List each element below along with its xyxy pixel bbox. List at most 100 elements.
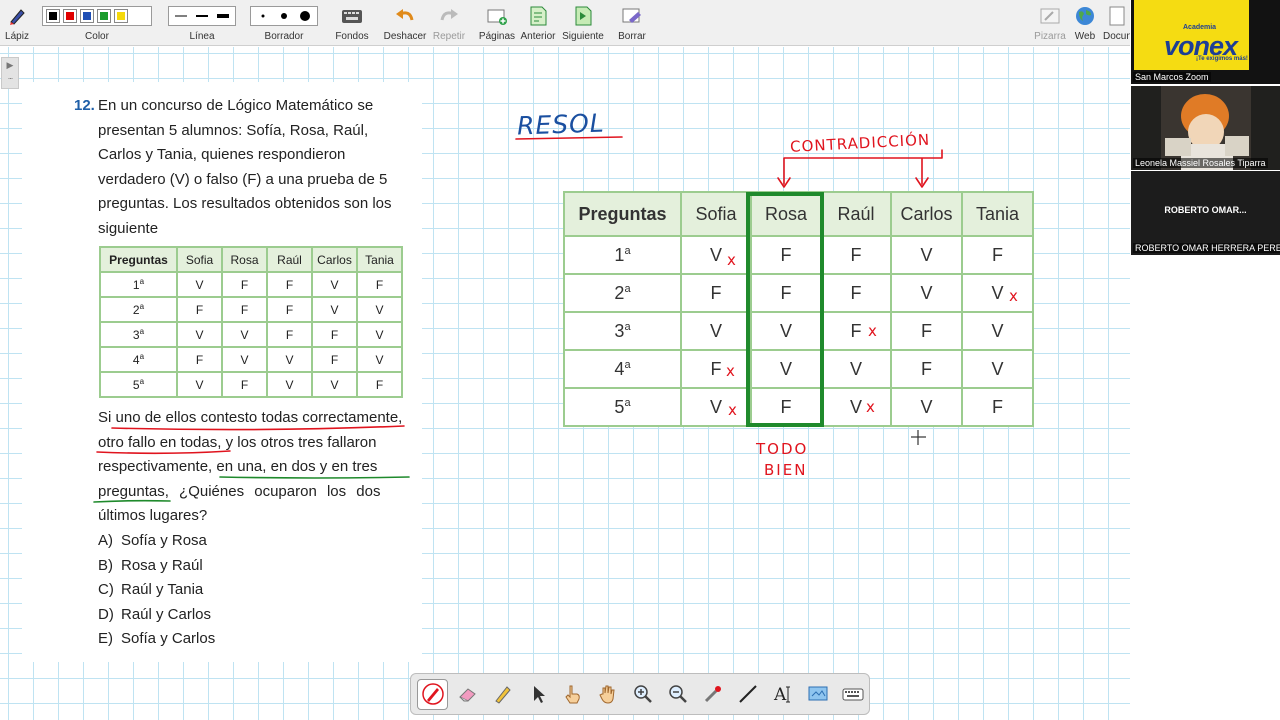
answer-cell: F xyxy=(356,271,403,298)
question-line: presentan 5 alumnos: Sofía, Rosa, Raúl, xyxy=(98,121,369,139)
answer-cell: F xyxy=(890,311,963,351)
keyboard-button[interactable] xyxy=(837,679,868,710)
redo-button[interactable]: Repetir xyxy=(432,4,466,42)
answer-cell: F xyxy=(890,349,963,389)
web-button[interactable]: Web xyxy=(1071,4,1099,42)
medium-line-icon[interactable] xyxy=(194,11,210,21)
question-cell: 3a xyxy=(99,321,178,348)
color-swatches xyxy=(42,6,152,26)
pencil-tool[interactable]: Lápiz xyxy=(4,4,30,42)
previous-label: Anterior xyxy=(520,31,556,42)
problem-sheet: 12. En un concurso de Lógico Matemático … xyxy=(22,82,422,662)
clear-page-icon xyxy=(614,4,650,28)
answer-cell: F xyxy=(311,346,358,373)
pages-button[interactable]: Páginas xyxy=(478,4,516,42)
answer-cell: V xyxy=(680,235,752,275)
pencil-icon xyxy=(4,4,30,28)
header-cell: Tania xyxy=(356,246,403,273)
table-row: 5a V F V V F xyxy=(99,371,403,398)
pen-icon xyxy=(421,683,444,705)
header-cell: Carlos xyxy=(311,246,358,273)
highlighter-tool-button[interactable] xyxy=(487,679,518,710)
color-blue[interactable] xyxy=(80,9,94,23)
zoom-out-icon xyxy=(668,685,687,703)
pencil-label: Lápiz xyxy=(5,31,29,42)
next-button[interactable]: Siguiente xyxy=(562,4,604,42)
backgrounds-button[interactable]: Fondos xyxy=(333,4,371,42)
answer-cell: V xyxy=(890,273,963,313)
cursor-icon xyxy=(533,686,545,703)
answer-cell: F xyxy=(176,346,223,373)
add-page-icon xyxy=(478,4,516,28)
question-number: 12. xyxy=(74,97,95,114)
whiteboard-button[interactable]: Pizarra xyxy=(1034,4,1066,42)
next-page-icon xyxy=(562,4,604,28)
small-eraser-icon[interactable] xyxy=(256,10,270,22)
redo-label: Repetir xyxy=(432,31,466,42)
text-tool-button[interactable]: A xyxy=(767,679,798,710)
results-table-small: Preguntas Sofia Rosa Raúl Carlos Tania 1… xyxy=(99,246,403,398)
answer-cell: F xyxy=(750,387,822,427)
eraser-tool-button[interactable] xyxy=(452,679,483,710)
zoom-in-button[interactable] xyxy=(627,679,658,710)
pointer-hand-button[interactable] xyxy=(557,679,588,710)
color-red[interactable] xyxy=(63,9,77,23)
table-header-row: Preguntas Sofia Rosa Raúl Carlos Tania xyxy=(563,191,1034,237)
color-black[interactable] xyxy=(46,9,60,23)
answer-cell: V xyxy=(176,271,223,298)
question-cell: 1a xyxy=(99,271,178,298)
screen-capture-button[interactable] xyxy=(802,679,833,710)
condition-line: respectivamente, en una, en dos y en tre… xyxy=(98,458,378,476)
line-tool-button[interactable] xyxy=(732,679,763,710)
laser-pointer-icon xyxy=(704,686,721,703)
thick-line-icon[interactable] xyxy=(215,11,231,21)
header-cell: Raúl xyxy=(266,246,313,273)
pen-tool-button[interactable] xyxy=(417,678,448,710)
answer-cell: F xyxy=(680,349,752,389)
thin-line-icon[interactable] xyxy=(173,11,189,21)
answer-cell: F xyxy=(961,387,1034,427)
color-yellow[interactable] xyxy=(114,9,128,23)
header-cell: Rosa xyxy=(750,191,822,237)
question-cell: 1a xyxy=(563,235,682,275)
answer-cell: V xyxy=(961,273,1034,313)
select-tool-button[interactable] xyxy=(522,679,553,710)
pan-tool-button[interactable] xyxy=(592,679,623,710)
answer-cell: F xyxy=(266,321,313,348)
answer-cell: V xyxy=(680,311,752,351)
question-text: En un concurso de Lógico Matemático se p… xyxy=(98,94,404,242)
header-cell: Carlos xyxy=(890,191,963,237)
screen-capture-icon xyxy=(808,686,827,701)
participant-tile[interactable]: Leonela Massiel Rosales Tiparra xyxy=(1131,86,1280,170)
participant-tile[interactable]: Academia vonex ¡Te exigimos más! San Mar… xyxy=(1131,0,1280,84)
table-row: 4a F V V F V xyxy=(99,346,403,373)
question-cell: 4a xyxy=(99,346,178,373)
table-row: 2a F F F V V xyxy=(563,273,1034,313)
participant-name: ROBERTO OMAR HERRERA PEREZ xyxy=(1133,243,1280,253)
answer-cell: F xyxy=(820,235,892,275)
question-line: Carlos y Tania, quienes respondieron xyxy=(98,146,346,164)
side-panel-toggle[interactable]: ▶... xyxy=(1,57,19,89)
condition-text: Si uno de ellos contesto todas correctam… xyxy=(98,406,406,529)
answer-cell: V xyxy=(961,349,1034,389)
large-eraser-icon[interactable] xyxy=(298,10,312,22)
answer-cell: V xyxy=(820,349,892,389)
undo-button[interactable]: Deshacer xyxy=(382,4,428,42)
documents-button[interactable]: Docun xyxy=(1103,4,1130,42)
table-row: 1a V F F V F xyxy=(563,235,1034,275)
participant-tile[interactable]: ROBERTO OMAR... ROBERTO OMAR HERRERA PER… xyxy=(1131,171,1280,255)
zoom-out-button[interactable] xyxy=(662,679,693,710)
laser-pointer-button[interactable] xyxy=(697,679,728,710)
answer-options: A) Sofía y Rosa B) Rosa y Raúl C) Raúl y Ta… xyxy=(98,529,215,652)
previous-button[interactable]: Anterior xyxy=(520,4,556,42)
expand-arrow-icon: ▶ xyxy=(6,60,14,70)
color-green[interactable] xyxy=(97,9,111,23)
pages-label: Páginas xyxy=(478,31,516,42)
medium-eraser-icon[interactable] xyxy=(277,10,291,22)
header-cell: Preguntas xyxy=(99,246,178,273)
answer-cell: F xyxy=(221,271,268,298)
next-label: Siguiente xyxy=(562,31,604,42)
keyboard-icon xyxy=(842,688,863,701)
clear-button[interactable]: Borrar xyxy=(614,4,650,42)
answer-cell: F xyxy=(266,271,313,298)
